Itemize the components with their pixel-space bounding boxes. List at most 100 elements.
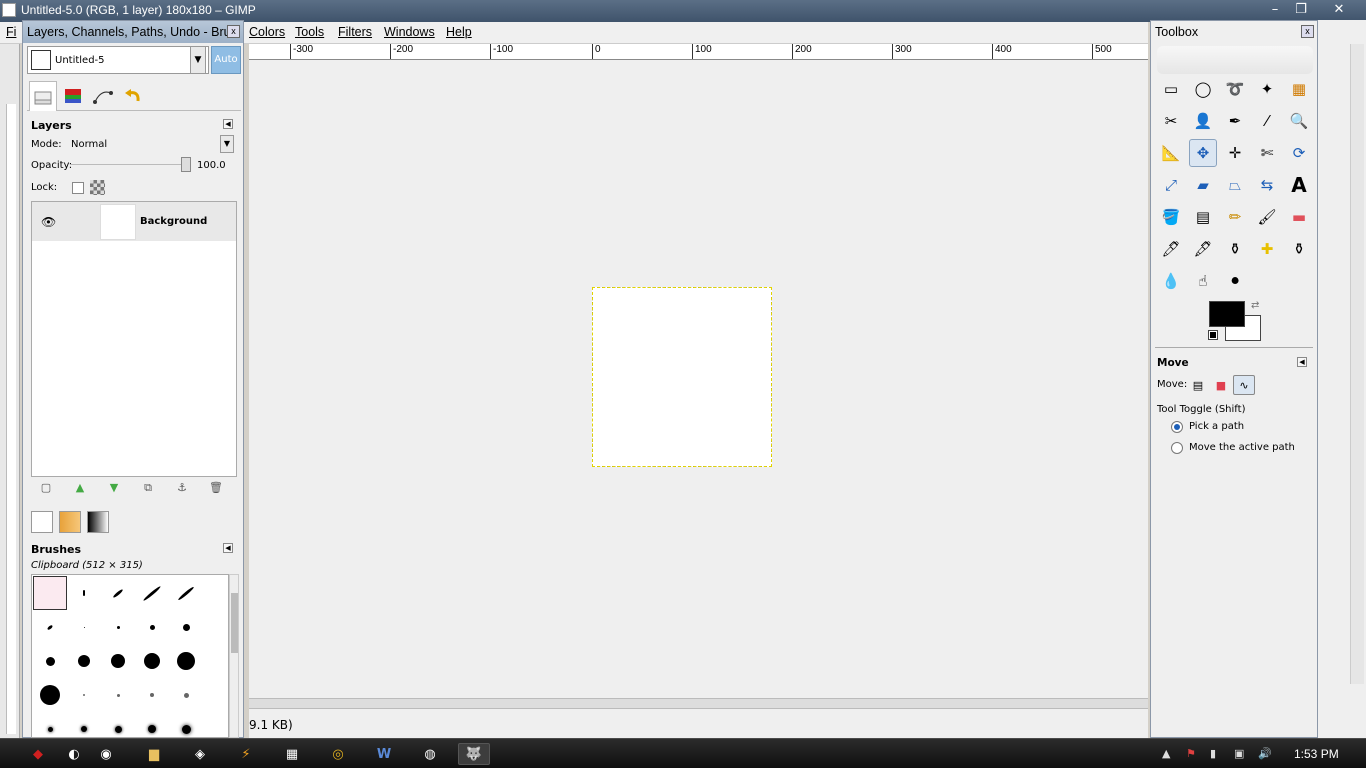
- clone-icon[interactable]: ⚱: [1221, 235, 1249, 263]
- move-active-path-label[interactable]: Move the active path: [1189, 442, 1295, 453]
- move-selection-icon[interactable]: ■: [1210, 375, 1232, 395]
- pick-path-radio[interactable]: [1171, 421, 1183, 433]
- move-path-icon[interactable]: ∿: [1233, 375, 1255, 395]
- browser-icon[interactable]: ◐: [62, 743, 86, 765]
- horizontal-ruler[interactable]: -300 -200 -100 0 100 200 300 400 500: [249, 44, 1148, 60]
- dodge-burn-icon[interactable]: ⚫: [1221, 267, 1249, 295]
- brush-item[interactable]: [67, 610, 101, 644]
- brush-item[interactable]: [67, 576, 101, 610]
- brush-item[interactable]: [67, 678, 101, 712]
- rotate-icon[interactable]: ⟳: [1285, 139, 1313, 167]
- foreground-color-swatch[interactable]: [1209, 301, 1245, 327]
- brush-item[interactable]: [101, 644, 135, 678]
- brush-item[interactable]: [33, 644, 67, 678]
- text-tool-icon[interactable]: A: [1285, 171, 1313, 199]
- lower-layer-icon[interactable]: ▼: [107, 481, 121, 495]
- clock[interactable]: 1:53 PM: [1294, 747, 1339, 761]
- airbrush-icon[interactable]: 🖊: [1157, 235, 1185, 263]
- chevron-down-icon[interactable]: ▼: [220, 135, 234, 153]
- scrollbar-thumb[interactable]: [231, 593, 238, 653]
- toolbox-titlebar[interactable]: Toolbox x: [1151, 21, 1317, 43]
- menu-colors[interactable]: Colors: [249, 25, 285, 39]
- paintbrush-icon[interactable]: 🖌: [1253, 203, 1281, 231]
- brush-item[interactable]: [101, 610, 135, 644]
- scissors-icon[interactable]: ✂: [1157, 107, 1185, 135]
- eraser-icon[interactable]: ▬: [1285, 203, 1313, 231]
- ellipse-select-icon[interactable]: ◯: [1189, 75, 1217, 103]
- brush-item[interactable]: [33, 576, 67, 610]
- brush-item[interactable]: [33, 610, 67, 644]
- brush-item[interactable]: [101, 678, 135, 712]
- opacity-slider[interactable]: [71, 164, 191, 165]
- tab-brushes[interactable]: [31, 511, 53, 533]
- opacity-slider-handle[interactable]: [181, 157, 191, 172]
- brush-item[interactable]: [67, 712, 101, 737]
- fuzzy-select-icon[interactable]: ✦: [1253, 75, 1281, 103]
- tab-gradients[interactable]: [87, 511, 109, 533]
- brush-item[interactable]: [169, 644, 203, 678]
- bucket-fill-icon[interactable]: 🪣: [1157, 203, 1185, 231]
- tab-undo[interactable]: [119, 81, 147, 111]
- smudge-icon[interactable]: ☝: [1189, 267, 1217, 295]
- crop-icon[interactable]: ✄: [1253, 139, 1281, 167]
- measure-icon[interactable]: 📐: [1157, 139, 1185, 167]
- panel-menu-icon[interactable]: ◀: [223, 543, 233, 553]
- ink-icon[interactable]: 🖋: [1189, 235, 1217, 263]
- tab-channels[interactable]: [59, 81, 87, 111]
- flip-icon[interactable]: ⇆: [1253, 171, 1281, 199]
- lasso-icon[interactable]: ➰: [1221, 75, 1249, 103]
- maximize-button[interactable]: ❐: [1290, 1, 1312, 19]
- duplicate-layer-icon[interactable]: ⧉: [141, 481, 155, 495]
- word-icon[interactable]: W: [372, 743, 396, 765]
- menu-tools[interactable]: Tools: [295, 25, 324, 39]
- menu-filters[interactable]: Filters: [338, 25, 372, 39]
- move-tool-icon[interactable]: ✥: [1189, 139, 1217, 167]
- chevron-down-icon[interactable]: ▼: [190, 46, 206, 74]
- move-active-path-radio[interactable]: [1171, 442, 1183, 454]
- scale-icon[interactable]: ⤢: [1157, 171, 1185, 199]
- vertical-scrollbar[interactable]: [1350, 44, 1364, 684]
- tab-paths[interactable]: [89, 81, 117, 111]
- brush-scrollbar[interactable]: [229, 574, 239, 738]
- brush-item[interactable]: [135, 576, 169, 610]
- tab-patterns[interactable]: [59, 511, 81, 533]
- layer-row[interactable]: 👁 Background: [32, 202, 236, 241]
- brush-item[interactable]: [169, 610, 203, 644]
- zoom-icon[interactable]: 🔍: [1285, 107, 1313, 135]
- dock-titlebar[interactable]: Layers, Channels, Paths, Undo - Bru... x: [23, 21, 243, 43]
- close-icon[interactable]: x: [227, 25, 240, 38]
- lock-pixels-checkbox[interactable]: [72, 182, 84, 194]
- brush-item[interactable]: [33, 712, 67, 737]
- panel-menu-icon[interactable]: ◀: [1297, 357, 1307, 367]
- brush-item[interactable]: [135, 712, 169, 737]
- brush-item[interactable]: [101, 576, 135, 610]
- brush-item[interactable]: [169, 678, 203, 712]
- perspective-icon[interactable]: ⏢: [1221, 171, 1249, 199]
- pick-path-label[interactable]: Pick a path: [1189, 421, 1244, 432]
- horizontal-scrollbar[interactable]: [249, 698, 1148, 708]
- calculator-icon[interactable]: ▦: [280, 743, 304, 765]
- brush-item[interactable]: [135, 610, 169, 644]
- brush-item[interactable]: [135, 644, 169, 678]
- blur-icon[interactable]: 💧: [1157, 267, 1185, 295]
- menu-file[interactable]: Fi: [6, 25, 16, 39]
- new-layer-icon[interactable]: ▢: [39, 481, 53, 495]
- paint-icon[interactable]: ◍: [418, 743, 442, 765]
- folder-icon[interactable]: ▆: [142, 743, 166, 765]
- rect-select-icon[interactable]: ▭: [1157, 75, 1185, 103]
- menu-windows[interactable]: Windows: [384, 25, 435, 39]
- opacity-value[interactable]: 100.0: [197, 160, 226, 171]
- raise-layer-icon[interactable]: ▲: [73, 481, 87, 495]
- blend-icon[interactable]: ▤: [1189, 203, 1217, 231]
- align-icon[interactable]: ✛: [1221, 139, 1249, 167]
- brush-item[interactable]: [169, 712, 203, 737]
- chrome-icon[interactable]: ◎: [326, 743, 350, 765]
- panel-menu-icon[interactable]: ◀: [223, 119, 233, 129]
- close-window-button[interactable]: ✕: [1328, 1, 1350, 19]
- tray-expand-icon[interactable]: ▲: [1162, 747, 1170, 760]
- lightning-icon[interactable]: ⚡: [234, 743, 258, 765]
- menu-help[interactable]: Help: [446, 25, 472, 39]
- app-icon[interactable]: ◈: [188, 743, 212, 765]
- image-canvas[interactable]: [592, 287, 772, 467]
- select-by-color-icon[interactable]: ▦: [1285, 75, 1313, 103]
